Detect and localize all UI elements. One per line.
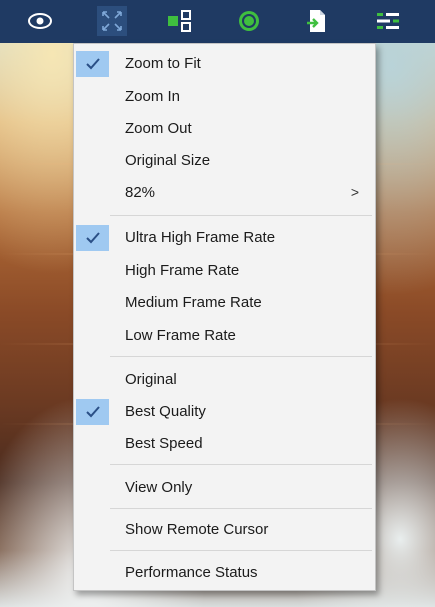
file-transfer-icon [307, 10, 325, 32]
checkmark-icon [76, 225, 109, 251]
menu-item-original-size[interactable]: Original Size [74, 145, 375, 175]
checkmark-icon [76, 399, 109, 425]
menu-item-performance-status[interactable]: Performance Status [74, 557, 375, 587]
checkmark-icon [76, 51, 109, 77]
menu-item-original[interactable]: Original [74, 364, 375, 394]
menu-item-label: Original Size [125, 151, 211, 169]
settings-button[interactable] [373, 6, 403, 36]
menu-separator [110, 508, 372, 509]
menu-item-label: Medium Frame Rate [125, 293, 262, 311]
view-icon [28, 13, 52, 29]
menu-item-zoom-to-fit[interactable]: Zoom to Fit [74, 48, 375, 78]
chevron-right-icon: > [350, 184, 359, 200]
menu-item-show-remote-cursor[interactable]: Show Remote Cursor [74, 514, 375, 544]
menu-item-label: Show Remote Cursor [125, 520, 269, 538]
menu-item-medium-frame-rate[interactable]: Medium Frame Rate [74, 287, 375, 317]
menu-item-label: Performance Status [125, 563, 258, 581]
menu-item-label: Best Speed [125, 434, 203, 452]
file-transfer-button[interactable] [302, 6, 332, 36]
menu-item-zoom-out[interactable]: Zoom Out [74, 113, 375, 143]
menu-item-label: Zoom to Fit [125, 54, 201, 72]
menu-item-label: 82% [125, 183, 156, 201]
menu-item-zoom-level[interactable]: 82% > [74, 177, 375, 207]
menu-separator [110, 356, 372, 357]
view-button[interactable] [25, 6, 55, 36]
fit-screen-icon [102, 11, 122, 31]
menu-separator [110, 215, 372, 216]
menu-item-low-frame-rate[interactable]: Low Frame Rate [74, 320, 375, 350]
fit-screen-button[interactable] [97, 6, 127, 36]
menu-item-view-only[interactable]: View Only [74, 472, 375, 502]
switch-screen-icon [168, 10, 191, 32]
menu-separator [110, 464, 372, 465]
menu-item-label: Zoom Out [125, 119, 192, 137]
remote-toolbar [0, 0, 435, 43]
menu-item-best-speed[interactable]: Best Speed [74, 428, 375, 458]
menu-item-label: Ultra High Frame Rate [125, 228, 276, 246]
menu-item-label: Original [125, 370, 177, 388]
record-icon [239, 11, 259, 31]
record-button[interactable] [234, 6, 264, 36]
menu-item-label: Zoom In [125, 87, 181, 105]
menu-item-zoom-in[interactable]: Zoom In [74, 81, 375, 111]
menu-item-label: Best Quality [125, 402, 206, 420]
settings-icon [377, 13, 399, 29]
menu-item-best-quality[interactable]: Best Quality [74, 396, 375, 426]
menu-separator [110, 550, 372, 551]
menu-item-label: View Only [125, 478, 193, 496]
menu-item-high-frame-rate[interactable]: High Frame Rate [74, 255, 375, 285]
menu-item-label: Low Frame Rate [125, 326, 236, 344]
menu-item-ultra-high-frame-rate[interactable]: Ultra High Frame Rate [74, 222, 375, 252]
view-options-menu: Zoom to Fit Zoom In Zoom Out Original Si… [73, 43, 376, 591]
switch-screen-button[interactable] [165, 6, 195, 36]
menu-item-label: High Frame Rate [125, 261, 240, 279]
